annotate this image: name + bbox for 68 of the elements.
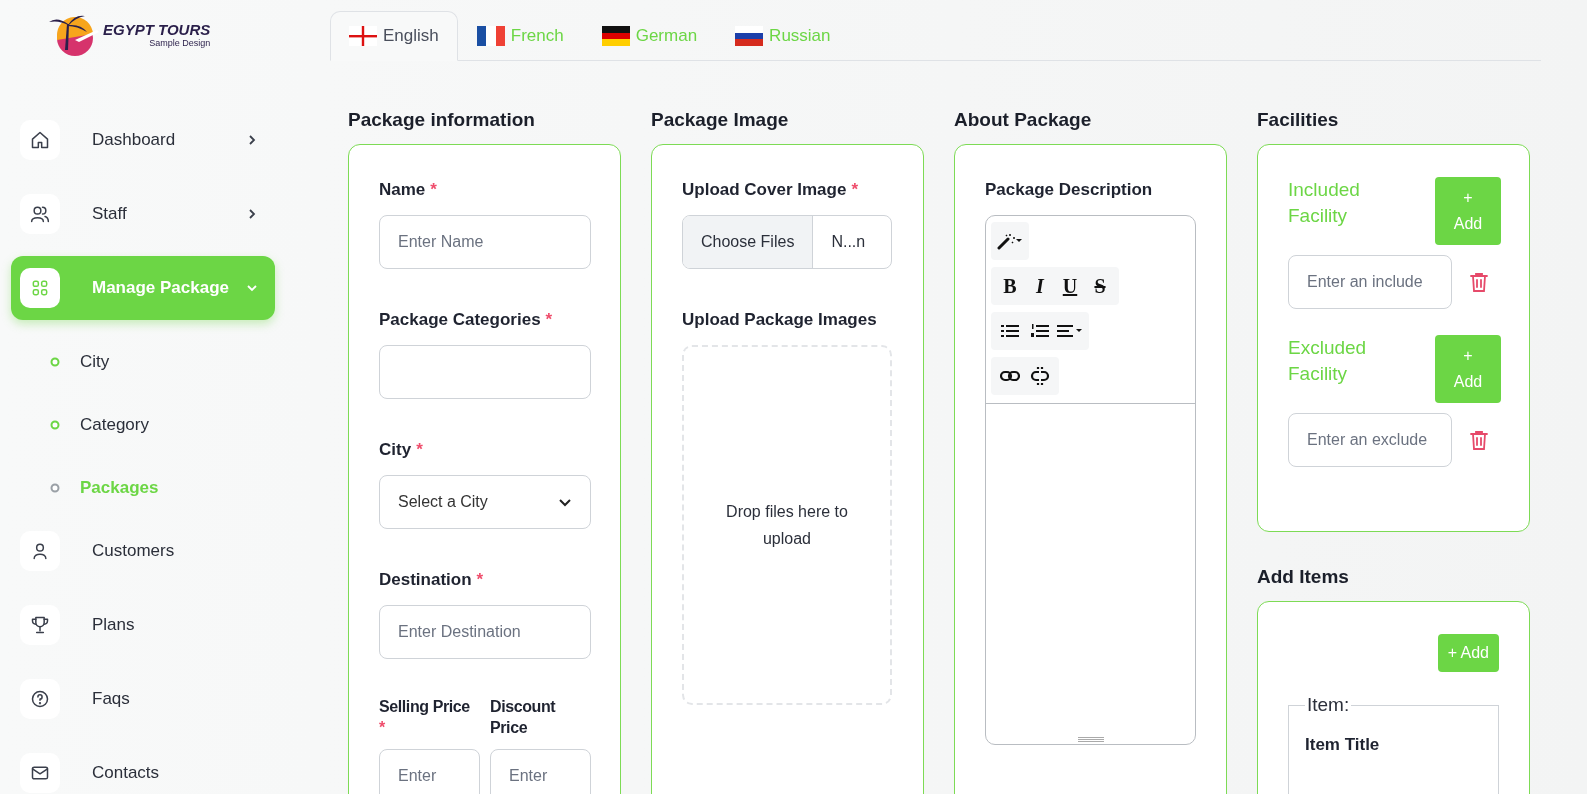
city-select[interactable]: Select a City [379, 475, 591, 530]
field-label: Destination * [379, 569, 485, 592]
submenu-item[interactable]: Category [11, 393, 330, 456]
language-tab[interactable]: English [330, 11, 458, 61]
file-input[interactable]: Choose Files N...n [682, 215, 892, 270]
text-field[interactable] [379, 345, 591, 400]
align-icon [1057, 323, 1083, 340]
sidebar-item[interactable]: Contacts [11, 741, 275, 794]
field-label: Name * [379, 179, 438, 201]
flag-icon [601, 26, 630, 46]
file-name: N...n [830, 232, 866, 253]
trash-icon[interactable] [1470, 272, 1488, 292]
users-icon [30, 204, 50, 224]
flag-icon [349, 26, 377, 46]
field-label: Package Description [985, 179, 1154, 201]
trophy-icon [30, 615, 50, 635]
dropzone[interactable]: Drop files here to upload [682, 345, 892, 706]
field-label: Upload Package Images [682, 309, 878, 332]
mail-icon [30, 763, 50, 783]
grid-icon [30, 278, 50, 298]
format-button[interactable]: I [1025, 269, 1055, 304]
text-field[interactable]: Enter Destination [379, 605, 591, 660]
numbered-list-icon [1031, 323, 1049, 340]
facility-label: Excluded Facility [1288, 336, 1368, 386]
sidebar-item[interactable]: Plans [11, 593, 275, 657]
sidebar-item[interactable]: Customers [11, 519, 275, 583]
flag-icon [476, 26, 505, 46]
sidebar-item[interactable]: Dashboard [11, 108, 275, 172]
section-title: About Package [954, 109, 1093, 131]
facility-label: Included Facility [1288, 178, 1361, 228]
field-label: City * [379, 439, 424, 462]
logo-subtitle: Sample Design [149, 37, 211, 48]
bullet-icon [50, 419, 60, 430]
bullet-list-icon [1001, 323, 1019, 340]
section-title: Add Items [1257, 566, 1350, 588]
format-button[interactable]: U [1055, 269, 1085, 304]
field-label: Item Title [1305, 735, 1380, 754]
format-button[interactable]: B [995, 269, 1025, 304]
fieldset-legend: Item: [1305, 694, 1352, 716]
format-button[interactable]: S [1085, 269, 1115, 304]
logo-title: EGYPT TOURS [103, 20, 211, 38]
home-icon [30, 130, 50, 150]
section-title: Facilities [1257, 109, 1340, 131]
sidebar-item[interactable]: Staff [11, 182, 275, 246]
price-field[interactable]: Enter [490, 749, 591, 794]
magic-wand-icon [997, 232, 1023, 251]
section-title: Package Image [651, 109, 790, 131]
trash-icon[interactable] [1470, 430, 1488, 450]
choose-files-button[interactable]: Choose Files [683, 216, 814, 269]
link-icon [1000, 369, 1020, 384]
sidebar-item[interactable]: Faqs [11, 667, 275, 731]
submenu-item[interactable]: City [11, 330, 330, 393]
rich-text-editor[interactable]: B I U S [985, 215, 1196, 746]
price-field[interactable]: Enter [379, 749, 480, 794]
facility-field[interactable]: Enter an exclude [1288, 413, 1452, 467]
field-label: Selling Price * [379, 697, 471, 739]
flag-icon [735, 26, 764, 46]
text-field[interactable]: Enter Name [379, 215, 591, 270]
field-label: Package Categories * [379, 309, 554, 332]
field-label: Upload Cover Image * [682, 179, 859, 201]
bullet-icon [50, 356, 60, 367]
bullet-icon [50, 482, 60, 493]
help-icon [30, 689, 50, 709]
unlink-icon [1030, 366, 1050, 387]
user-icon [30, 541, 50, 561]
field-label: Discount Price [490, 697, 557, 739]
section-title: Package information [348, 109, 536, 131]
facility-field[interactable]: Enter an include [1288, 255, 1452, 309]
